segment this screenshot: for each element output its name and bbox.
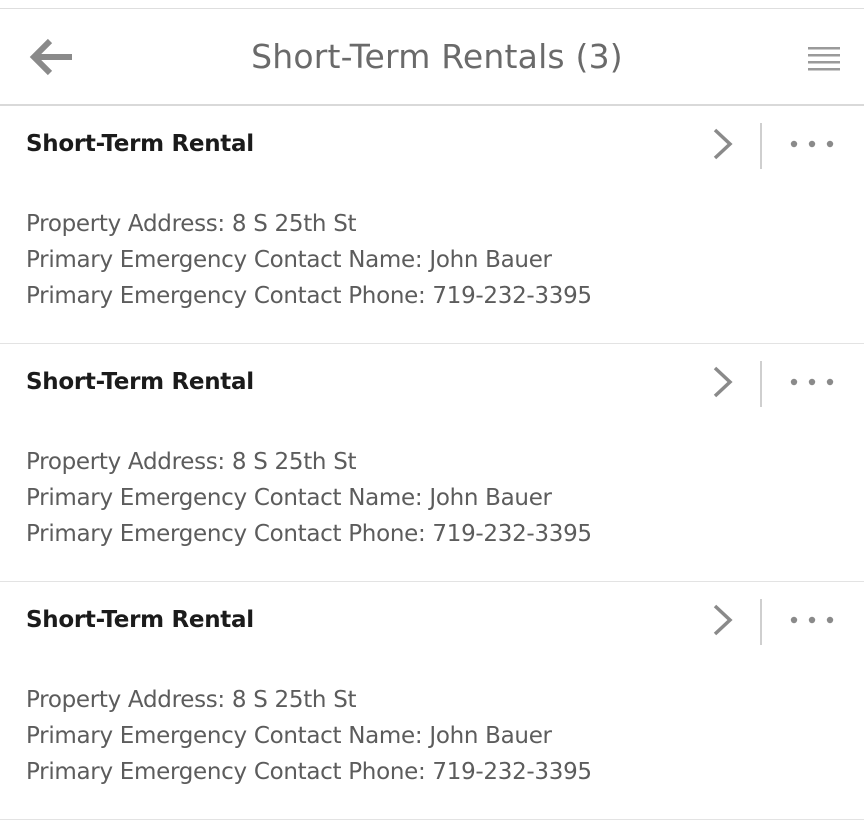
more-dots-icon bbox=[790, 616, 834, 624]
chevron-right-icon bbox=[713, 128, 733, 160]
hamburger-menu-icon bbox=[808, 47, 840, 71]
emergency-contact-phone: Primary Emergency Contact Phone: 719-232… bbox=[26, 521, 592, 547]
open-record-button[interactable] bbox=[696, 356, 750, 408]
open-record-button[interactable] bbox=[696, 594, 750, 646]
more-actions-button[interactable] bbox=[780, 600, 844, 640]
page-header: Short-Term Rentals (3) bbox=[0, 9, 864, 106]
more-dots-icon bbox=[790, 378, 834, 386]
more-dots-icon bbox=[790, 140, 834, 148]
menu-button[interactable] bbox=[796, 35, 852, 83]
list-item[interactable]: Short-Term Rental Property Address: 8 S … bbox=[0, 582, 864, 820]
record-title[interactable]: Short-Term Rental bbox=[26, 604, 254, 636]
page-title: Short-Term Rentals (3) bbox=[251, 37, 623, 76]
more-actions-button[interactable] bbox=[780, 124, 844, 164]
action-divider bbox=[760, 361, 762, 407]
chevron-right-icon bbox=[713, 366, 733, 398]
list-item[interactable]: Short-Term Rental Property Address: 8 S … bbox=[0, 106, 864, 344]
property-address: Property Address: 8 S 25th St bbox=[26, 449, 357, 475]
arrow-left-icon bbox=[29, 38, 72, 76]
action-divider bbox=[760, 123, 762, 169]
property-address: Property Address: 8 S 25th St bbox=[26, 211, 357, 237]
record-details: Property Address: 8 S 25th St Primary Em… bbox=[26, 206, 592, 314]
record-list: Short-Term Rental Property Address: 8 S … bbox=[0, 106, 864, 820]
record-details: Property Address: 8 S 25th St Primary Em… bbox=[26, 682, 592, 790]
emergency-contact-name: Primary Emergency Contact Name: John Bau… bbox=[26, 485, 552, 511]
more-actions-button[interactable] bbox=[780, 362, 844, 402]
emergency-contact-phone: Primary Emergency Contact Phone: 719-232… bbox=[26, 759, 592, 785]
emergency-contact-name: Primary Emergency Contact Name: John Bau… bbox=[26, 247, 552, 273]
open-record-button[interactable] bbox=[696, 118, 750, 170]
property-address: Property Address: 8 S 25th St bbox=[26, 687, 357, 713]
emergency-contact-phone: Primary Emergency Contact Phone: 719-232… bbox=[26, 283, 592, 309]
chevron-right-icon bbox=[713, 604, 733, 636]
list-item[interactable]: Short-Term Rental Property Address: 8 S … bbox=[0, 344, 864, 582]
record-title[interactable]: Short-Term Rental bbox=[26, 366, 254, 398]
back-button[interactable] bbox=[20, 29, 84, 85]
emergency-contact-name: Primary Emergency Contact Name: John Bau… bbox=[26, 723, 552, 749]
record-details: Property Address: 8 S 25th St Primary Em… bbox=[26, 444, 592, 552]
action-divider bbox=[760, 599, 762, 645]
record-title[interactable]: Short-Term Rental bbox=[26, 128, 254, 160]
